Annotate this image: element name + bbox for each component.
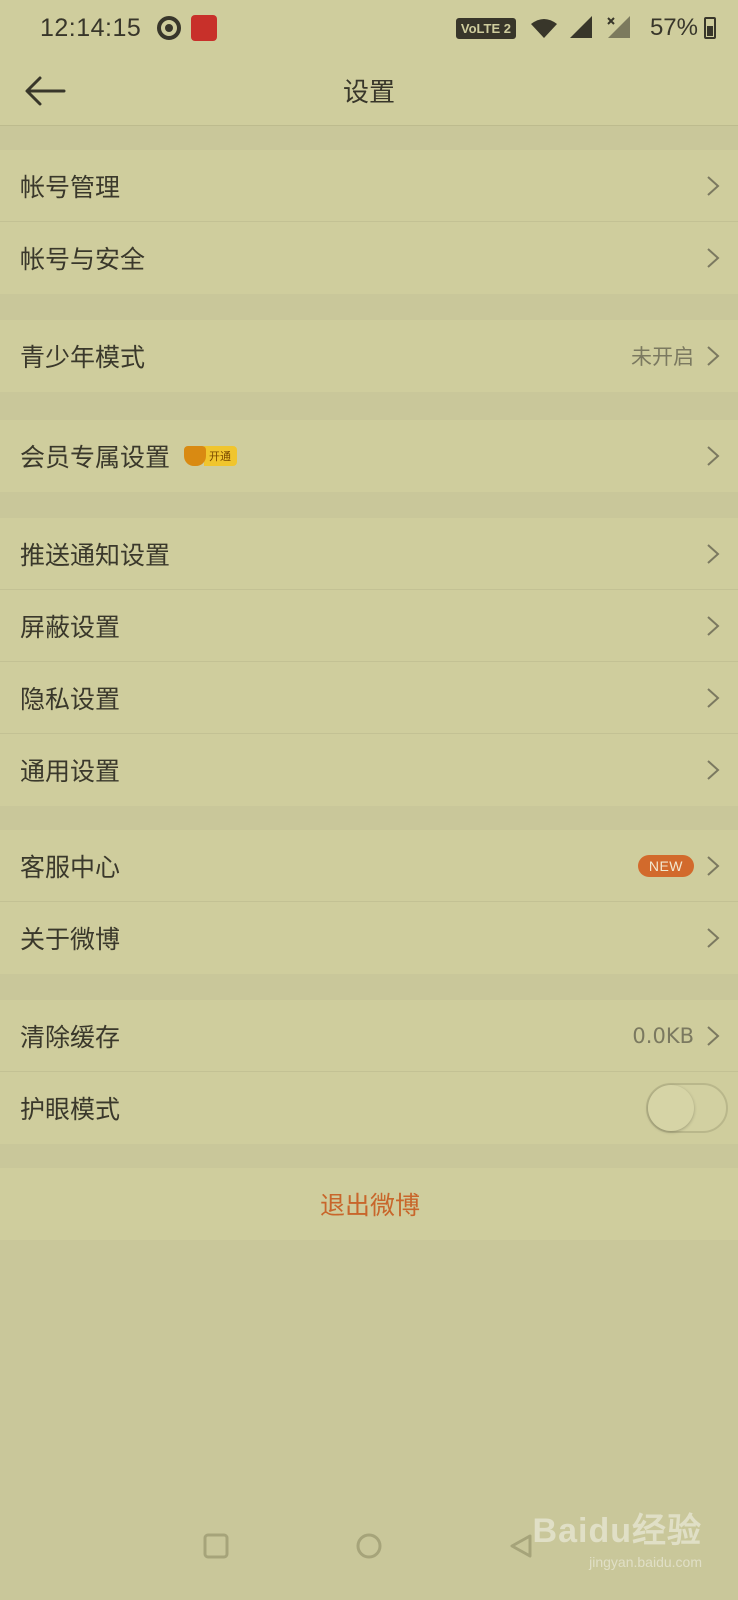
watermark-url: jingyan.baidu.com [589, 1554, 702, 1570]
settings-group-support: 客服中心 NEW 关于微博 [0, 830, 738, 974]
header: 设置 [0, 56, 738, 126]
settings-item-label: 推送通知设置 [20, 540, 171, 570]
settings-item-label: 隐私设置 [20, 684, 121, 714]
chevron-right-icon [707, 248, 720, 268]
vip-badge-label: 开通 [204, 446, 238, 466]
settings-item-label: 帐号管理 [20, 172, 121, 202]
square-icon [203, 1533, 229, 1559]
settings-item-label: 客服中心 [20, 852, 121, 882]
vip-badge[interactable]: 开通 [184, 446, 238, 466]
volte-badge: VoLTE 2 [455, 17, 516, 39]
signal-icon-2 [607, 16, 630, 38]
settings-group-storage: 清除缓存 0.0KB 护眼模式 [0, 1000, 738, 1144]
page-title: 设置 [342, 78, 395, 108]
circle-icon [356, 1533, 382, 1559]
settings-item-vip-settings[interactable]: 会员专属设置 开通 [0, 420, 738, 492]
chevron-right-icon [707, 615, 720, 636]
notification-app-icon [191, 15, 218, 41]
arrow-left-icon [25, 76, 66, 106]
settings-item-push-notifications[interactable]: 推送通知设置 [0, 518, 738, 590]
toggle-knob [648, 1085, 694, 1131]
settings-item-label: 青少年模式 [20, 343, 146, 372]
chevron-right-icon [707, 687, 720, 708]
settings-group-vip: 会员专属设置 开通 [0, 420, 738, 492]
battery-percent: 57% [649, 14, 698, 41]
settings-item-youth-mode[interactable]: 青少年模式 未开启 [0, 320, 738, 392]
chevron-right-icon [707, 346, 720, 366]
settings-item-general[interactable]: 通用设置 [0, 734, 738, 806]
watermark: Baidu经验 jingyan.baidu.com [533, 1503, 702, 1570]
chevron-right-icon [707, 760, 720, 780]
camera-app-icon [157, 16, 182, 40]
settings-item-account-management[interactable]: 帐号管理 [0, 150, 738, 222]
settings-group-youth: 青少年模式 未开启 [0, 320, 738, 392]
status-bar: 12:14:15 VoLTE 2 57% [0, 0, 738, 56]
logout-group: 退出微博 [0, 1168, 738, 1240]
chevron-right-icon [707, 446, 720, 466]
triangle-back-icon [510, 1534, 532, 1558]
settings-item-label: 会员专属设置 [20, 443, 171, 472]
chevron-right-icon [707, 1025, 720, 1046]
settings-item-account-security[interactable]: 帐号与安全 [0, 222, 738, 294]
crown-icon [184, 446, 207, 466]
home-button[interactable] [351, 1528, 387, 1564]
settings-item-clear-cache[interactable]: 清除缓存 0.0KB [0, 1000, 738, 1072]
settings-item-label: 清除缓存 [20, 1022, 121, 1052]
logout-button[interactable]: 退出微博 [0, 1168, 738, 1240]
recents-button[interactable] [198, 1528, 234, 1564]
new-badge: NEW [637, 854, 694, 877]
back-button[interactable] [20, 66, 70, 116]
settings-item-eye-care: 护眼模式 [0, 1072, 738, 1144]
chevron-right-icon [707, 175, 720, 196]
watermark-logo: Baidu经验 [532, 1512, 702, 1550]
settings-item-block[interactable]: 屏蔽设置 [0, 590, 738, 662]
wifi-icon [530, 19, 557, 38]
settings-item-customer-service[interactable]: 客服中心 NEW [0, 830, 738, 902]
chevron-right-icon [707, 543, 720, 564]
signal-icon [569, 16, 592, 38]
battery-icon [704, 17, 716, 39]
settings-item-label: 屏蔽设置 [20, 612, 121, 642]
chevron-right-icon [707, 928, 720, 948]
chevron-right-icon [707, 855, 720, 876]
logout-label: 退出微博 [319, 1191, 420, 1220]
eye-care-toggle[interactable] [646, 1083, 728, 1133]
settings-group-general: 推送通知设置 屏蔽设置 隐私设置 通用设置 [0, 518, 738, 806]
cache-size: 0.0KB [632, 1023, 694, 1048]
status-time: 12:14:15 [40, 13, 142, 42]
settings-item-label: 帐号与安全 [20, 245, 146, 274]
settings-item-privacy[interactable]: 隐私设置 [0, 662, 738, 734]
settings-item-label: 通用设置 [20, 757, 121, 786]
settings-item-about[interactable]: 关于微博 [0, 902, 738, 974]
settings-item-label: 关于微博 [20, 925, 121, 954]
settings-group-account: 帐号管理 帐号与安全 [0, 150, 738, 294]
youth-mode-status: 未开启 [631, 345, 694, 369]
settings-item-label: 护眼模式 [20, 1095, 121, 1124]
